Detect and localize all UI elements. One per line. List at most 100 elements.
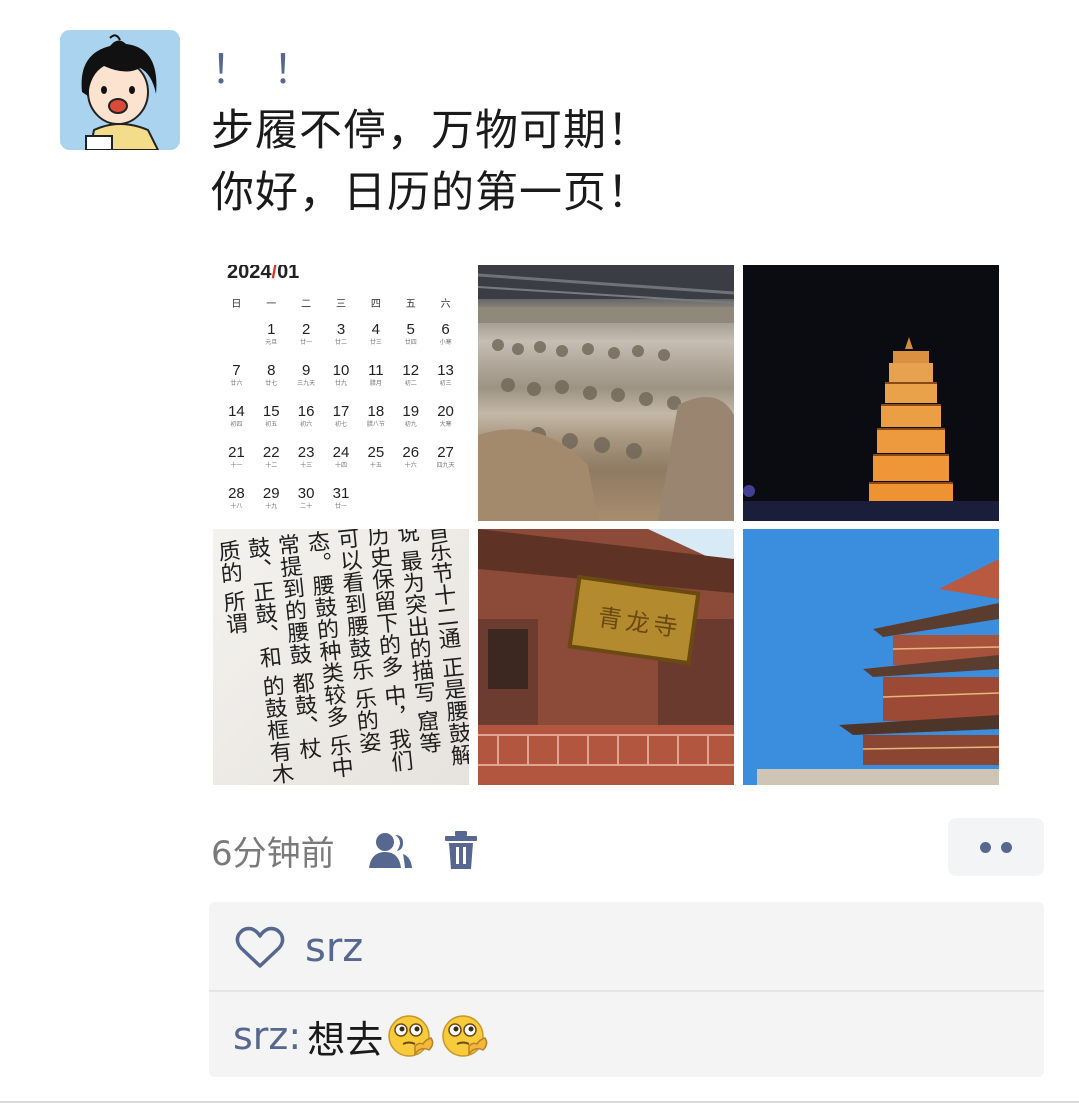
calendar-weekday: 六: [440, 299, 451, 310]
more-dots-icon: [980, 841, 991, 853]
calendar-day: 13 初三: [428, 362, 463, 403]
calendar-day: 27 四九天: [428, 444, 463, 485]
calendar-day-number: 12: [402, 362, 420, 379]
calendar-day-lunar: 十八: [230, 504, 243, 510]
calendar-day-lunar: 二十: [300, 504, 313, 510]
likes-user-link[interactable]: srz: [305, 925, 363, 971]
calendar-day: 24 十四: [324, 444, 359, 485]
calendar-day-number: 11: [368, 362, 384, 379]
calendar-day-number: 24: [332, 444, 350, 461]
calendar-day: 6 小寒: [428, 321, 463, 362]
calendar-day-number: 10: [332, 362, 350, 379]
calendar-day: 20 大寒: [428, 403, 463, 444]
calendar-day-number: 1: [267, 321, 276, 338]
calendar-day-number: 16: [297, 403, 315, 420]
calendar-weekday: 一: [266, 299, 277, 310]
calendar-day: 22 十二: [254, 444, 289, 485]
post-time: 6分钟前: [211, 833, 335, 874]
calendar-day: 7 廿六: [219, 362, 254, 403]
panel-divider: [209, 990, 1044, 992]
calendar-day: 31 廿一: [324, 485, 359, 521]
calendar-day-lunar: 廿九: [334, 381, 347, 387]
calendar-days: 1 元旦 2 廿一 3 廿二 4 廿三 5 廿四 6 小寒 7 廿六 8 廿七 9 三九天 10 廿九 11 腊月 12 初二…: [219, 321, 463, 521]
photo-calendar[interactable]: 2024/01 日 一 二 三 四 五 六 1 元旦 2 廿一 3 廿二 4 廿三 5 廿四 6 小寒 7 廿六 8 廿七…: [213, 265, 469, 521]
post-meta: 6分钟前: [211, 826, 481, 874]
calendar-day-number: 8: [267, 362, 276, 379]
calendar-day-number: 13: [437, 362, 454, 379]
calendar-day: 21 十一: [219, 444, 254, 485]
calendar-day-lunar: 初三: [439, 381, 452, 387]
interaction-panel: srz srz : 想去: [209, 902, 1044, 1077]
calendar-day-number: 26: [402, 444, 420, 461]
person-group-icon[interactable]: [365, 826, 415, 874]
calendar-day-lunar: 初五: [265, 422, 278, 428]
calendar-day: 23 十三: [289, 444, 324, 485]
calendar-day-lunar: 三九天: [297, 381, 316, 387]
calendar-day-lunar: 初二: [404, 381, 417, 387]
calendar-day-lunar: 十一: [230, 463, 243, 469]
terracotta-scene: [478, 265, 734, 521]
calendar-day-number: 23: [297, 444, 315, 461]
calendar-day: 30 二十: [289, 485, 324, 521]
calendar-day: 3 廿二: [324, 321, 359, 362]
calendar-day: [219, 321, 254, 362]
calendar-day-lunar: 廿二: [334, 340, 347, 346]
comment-user[interactable]: srz: [233, 1014, 288, 1058]
comment-item[interactable]: srz : 想去: [233, 1006, 491, 1066]
photo-qinglong-temple[interactable]: 青龙寺: [478, 529, 734, 785]
tower-scene: [743, 529, 999, 785]
calendar-weekday: 三: [335, 299, 346, 310]
thinking-emoji-icon: [388, 1015, 434, 1057]
calendar-weekday: 日: [231, 299, 242, 310]
calendar-weekdays: 日一二三四五六: [219, 295, 463, 310]
calendar-day-lunar: 廿一: [300, 340, 313, 346]
calendar-day: 17 初七: [324, 403, 359, 444]
calendar-day-number: 19: [402, 403, 420, 420]
calendar-day-number: 4: [371, 321, 381, 338]
more-dot-2: [1001, 841, 1012, 853]
calendar-day-number: 14: [228, 403, 245, 420]
comment-colon: :: [288, 1014, 302, 1058]
calendar-day-number: 22: [262, 444, 280, 461]
post-line-2: 你好，日历的第一页！: [211, 168, 651, 218]
calendar-day-lunar: 廿七: [265, 381, 278, 387]
calendar-day-number: 30: [297, 485, 315, 502]
calendar-day-number: 3: [336, 321, 346, 338]
avatar[interactable]: [60, 30, 180, 150]
post-line-1: 步履不停，万物可期！: [211, 106, 651, 156]
photo-pagoda-night[interactable]: [743, 265, 999, 521]
calendar-day: 12 初二: [393, 362, 428, 403]
calendar-day-number: 2: [301, 321, 311, 338]
calendar-day: 28 十八: [219, 485, 254, 521]
calendar-day: 16 初六: [289, 403, 324, 444]
photo-terracotta-warriors[interactable]: [478, 265, 734, 521]
calendar-day-number: 9: [301, 362, 311, 379]
calendar-day: 15 初五: [254, 403, 289, 444]
avatar-illustration: [60, 30, 180, 150]
calendar-day: 14 初四: [219, 403, 254, 444]
trash-icon[interactable]: [441, 826, 481, 874]
calendar-day-lunar: 大寒: [439, 422, 452, 428]
calendar-month: 01: [277, 265, 300, 283]
calendar-day-number: 21: [228, 444, 245, 461]
calendar-day: 10 廿九: [324, 362, 359, 403]
calendar-day-lunar: 廿一: [334, 504, 347, 510]
more-button[interactable]: [948, 818, 1044, 876]
calendar-day-number: 6: [441, 321, 450, 338]
photo-bell-tower[interactable]: [743, 529, 999, 785]
calendar-day: 29 十九: [254, 485, 289, 521]
temple-scene: [478, 529, 734, 785]
calendar-title: 2024/01: [227, 265, 299, 284]
calendar-day-number: 28: [228, 485, 245, 502]
calendar-day: 8 廿七: [254, 362, 289, 403]
calendar-day-number: 31: [332, 485, 350, 502]
thinking-emoji-icon-2: [442, 1015, 488, 1057]
calendar-day-lunar: 初七: [334, 422, 347, 428]
photo-calligraphy[interactable]: 音乐节十二通 正是腰鼓解说 最为突出的描写 窟等历史保留下的多 中，我们可以看到…: [213, 529, 469, 785]
calendar-day-lunar: 初四: [230, 422, 243, 428]
calendar-day-lunar: 十四: [334, 463, 347, 469]
calendar-day-lunar: 十六: [404, 463, 417, 469]
calendar-day-lunar: 十九: [265, 504, 278, 510]
calendar-day-lunar: 廿六: [230, 381, 243, 387]
calendar-day-lunar: 十二: [265, 463, 278, 469]
